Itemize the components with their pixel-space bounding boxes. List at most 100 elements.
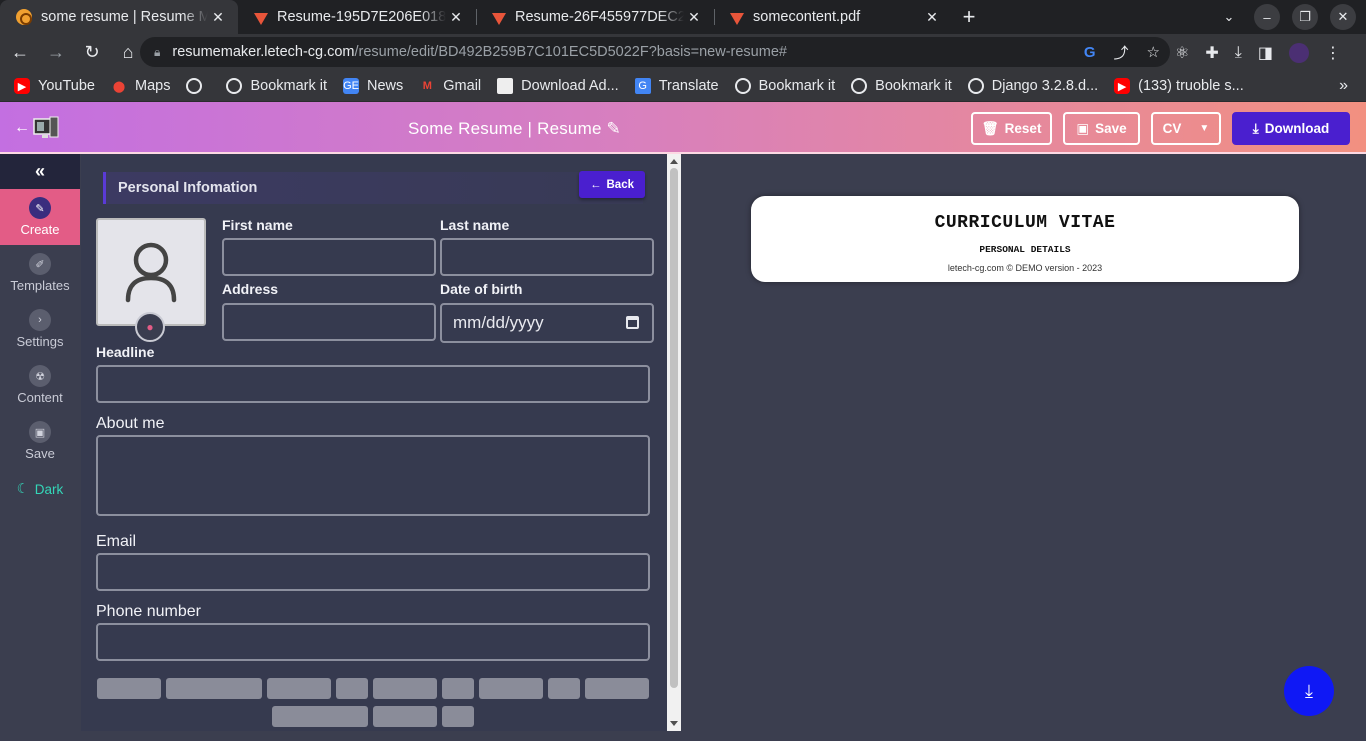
browser-tab[interactable]: Resume-26F455977DEC2E ✕ bbox=[476, 0, 714, 34]
bookmark-item[interactable]: ⬤ Maps bbox=[111, 78, 171, 94]
minimize-icon[interactable]: – bbox=[1254, 4, 1280, 30]
tab-title: Resume-195D7E206E0189 bbox=[277, 9, 446, 25]
reset-button[interactable]: 🗑︎ Reset bbox=[971, 112, 1052, 145]
first-name-label: First name bbox=[222, 217, 293, 233]
section-chip[interactable] bbox=[166, 678, 262, 699]
side-panel-icon[interactable]: ◨ bbox=[1258, 43, 1273, 63]
bookmark-item[interactable]: Django 3.2.8.d... bbox=[967, 78, 1098, 94]
headline-label: Headline bbox=[96, 344, 155, 360]
back-arrow-icon[interactable]: ← bbox=[14, 119, 30, 137]
download-fab[interactable]: ⤓ bbox=[1284, 666, 1334, 716]
tab-search-icon[interactable]: ⌄ bbox=[1216, 4, 1242, 30]
headline-input[interactable] bbox=[96, 365, 650, 403]
bookmark-item[interactable]: Bookmark it bbox=[734, 78, 835, 94]
section-chip[interactable] bbox=[479, 678, 543, 699]
scroll-down-arrow[interactable] bbox=[670, 721, 678, 726]
scroll-up-arrow[interactable] bbox=[670, 159, 678, 164]
section-chip[interactable] bbox=[442, 678, 474, 699]
bookmark-item[interactable]: Download Ad... bbox=[497, 78, 619, 94]
section-chip[interactable] bbox=[373, 706, 437, 727]
browser-tab[interactable]: somecontent.pdf ✕ bbox=[714, 0, 952, 34]
bookmark-item[interactable]: Bookmark it bbox=[851, 78, 952, 94]
bookmark-item[interactable]: M Gmail bbox=[419, 78, 481, 94]
browser-tab[interactable]: Resume-195D7E206E0189 ✕ bbox=[238, 0, 476, 34]
lock-icon[interactable]: 🔒︎ bbox=[154, 45, 160, 60]
browser-tab[interactable]: some resume | Resume Maker ✕ bbox=[0, 0, 238, 34]
google-icon[interactable]: G bbox=[1084, 44, 1096, 61]
sidebar-item-content[interactable]: ☢ Content bbox=[0, 357, 80, 413]
close-icon[interactable]: ✕ bbox=[208, 9, 228, 26]
about-label: About me bbox=[96, 415, 165, 432]
section-chip[interactable] bbox=[97, 678, 161, 699]
section-chip[interactable] bbox=[442, 706, 474, 727]
dob-input[interactable]: mm/dd/yyyy bbox=[440, 303, 654, 343]
about-textarea[interactable] bbox=[96, 435, 650, 516]
vivaldi-favicon-icon bbox=[254, 12, 268, 25]
camera-icon[interactable]: ● bbox=[135, 312, 165, 342]
app-logo bbox=[33, 116, 59, 138]
bookmark-item[interactable]: ▶ (133) truoble s... bbox=[1114, 78, 1244, 94]
dark-mode-toggle[interactable]: ☾ Dark bbox=[0, 469, 80, 509]
floppy-icon: ▣ bbox=[29, 421, 51, 443]
close-icon[interactable]: ✕ bbox=[684, 9, 704, 26]
sidebar-item-templates[interactable]: ✐ Templates bbox=[0, 245, 80, 301]
back-button[interactable]: ← Back bbox=[579, 171, 645, 198]
back-arrow-icon[interactable]: ← bbox=[4, 37, 36, 69]
save-button[interactable]: ▣ Save bbox=[1063, 112, 1140, 145]
star-icon[interactable]: ☆ bbox=[1147, 43, 1160, 61]
pencil-icon: ✎ bbox=[29, 197, 51, 219]
forward-arrow-icon[interactable]: → bbox=[40, 37, 72, 69]
vivaldi-favicon-icon bbox=[730, 12, 744, 25]
menu-icon[interactable]: ⋮ bbox=[1325, 43, 1341, 63]
doc-type-select[interactable]: CV ▼ bbox=[1151, 112, 1221, 145]
last-name-label: Last name bbox=[440, 217, 510, 233]
section-title: Personal Infomation bbox=[118, 180, 258, 196]
close-window-icon[interactable]: ✕ bbox=[1330, 4, 1356, 30]
scrollbar-thumb[interactable] bbox=[670, 168, 678, 688]
browser-toolbar: ← → ↻ ⌂ 🔒︎ resumemaker.letech-cg.com/res… bbox=[0, 34, 1366, 71]
section-chip[interactable] bbox=[272, 706, 368, 727]
sidebar-item-settings[interactable]: › Settings bbox=[0, 301, 80, 357]
bookmark-item[interactable]: ▶ YouTube bbox=[14, 78, 95, 94]
last-name-input[interactable] bbox=[440, 238, 654, 276]
section-chip[interactable] bbox=[548, 678, 580, 699]
caret-down-icon: ▼ bbox=[1199, 123, 1210, 134]
more-bookmarks-icon[interactable]: » bbox=[1339, 77, 1348, 95]
pencil-icon[interactable]: ✎ bbox=[607, 119, 621, 138]
profile-photo[interactable] bbox=[96, 218, 206, 326]
phone-input[interactable] bbox=[96, 623, 650, 661]
sidebar-item-save[interactable]: ▣ Save bbox=[0, 413, 80, 469]
resume-title[interactable]: Some Resume | Resume ✎ bbox=[408, 119, 621, 139]
close-icon[interactable]: ✕ bbox=[446, 9, 466, 26]
profile-avatar[interactable] bbox=[1288, 42, 1309, 63]
section-chip[interactable] bbox=[585, 678, 649, 699]
close-icon[interactable]: ✕ bbox=[922, 9, 942, 26]
window-controls: ⌄ – ❐ ✕ bbox=[1216, 0, 1366, 34]
address-bar[interactable]: 🔒︎ resumemaker.letech-cg.com/resume/edit… bbox=[140, 37, 1170, 67]
share-icon[interactable]: ⤴ bbox=[1114, 42, 1129, 63]
email-input[interactable] bbox=[96, 553, 650, 591]
section-chip[interactable] bbox=[267, 678, 331, 699]
address-input[interactable] bbox=[222, 303, 436, 341]
section-chip[interactable] bbox=[336, 678, 368, 699]
reload-icon[interactable]: ↻ bbox=[76, 37, 108, 69]
bookmark-item[interactable]: Bookmark it bbox=[226, 78, 327, 94]
collapse-sidebar-icon[interactable]: « bbox=[0, 154, 80, 189]
downloads-icon[interactable]: ⤓ bbox=[1235, 44, 1242, 62]
bookmark-item[interactable] bbox=[186, 78, 210, 94]
new-tab-button[interactable]: + bbox=[952, 0, 986, 34]
download-button[interactable]: ⤓ Download bbox=[1232, 112, 1350, 145]
bookmark-item[interactable]: G Translate bbox=[634, 78, 719, 94]
cv-title: CURRICULUM VITAE bbox=[934, 213, 1116, 233]
restore-icon[interactable]: ❐ bbox=[1292, 4, 1318, 30]
bookmark-item[interactable]: GE News bbox=[343, 78, 403, 94]
react-devtools-icon[interactable]: ⚛ bbox=[1175, 43, 1189, 63]
section-chip[interactable] bbox=[373, 678, 437, 699]
calendar-icon[interactable] bbox=[626, 316, 639, 329]
extensions-icon[interactable]: ✚ bbox=[1205, 43, 1218, 63]
sidebar-item-create[interactable]: ✎ Create bbox=[0, 189, 80, 245]
download-icon bbox=[497, 78, 514, 94]
first-name-input[interactable] bbox=[222, 238, 436, 276]
chevron-right-icon: › bbox=[29, 309, 51, 331]
editor-scrollbar[interactable] bbox=[667, 154, 681, 731]
